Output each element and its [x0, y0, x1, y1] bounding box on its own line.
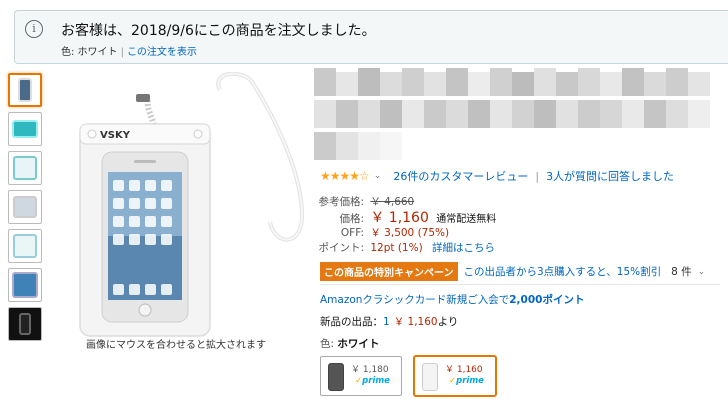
color-label: 色: [320, 338, 335, 350]
prime-badge-icon: ✓prime [355, 376, 390, 386]
swatch-thumbnail [422, 363, 438, 391]
thumbnail-4[interactable] [8, 190, 42, 224]
thumbnail-3[interactable] [8, 151, 42, 185]
discount-label: OFF: [340, 227, 364, 239]
view-order-link[interactable]: この注文を表示 [127, 47, 197, 58]
shipping-note: 通常配送無料 [436, 214, 497, 225]
points-details-link[interactable]: 詳細はこちら [432, 242, 495, 254]
campaign-badge: この商品の特別キャンペーン [320, 262, 458, 281]
separator: | [120, 47, 124, 58]
points-value: 12pt (1%) [370, 242, 423, 254]
separator: | [535, 169, 540, 183]
chevron-down-icon[interactable]: ⌄ [698, 267, 706, 277]
campaign-count[interactable]: 8 件 [671, 264, 692, 279]
thumbnail-1[interactable] [8, 73, 42, 107]
main-product-image[interactable]: VSKY [70, 71, 310, 342]
product-title-pixelated [314, 68, 714, 164]
card-offer-text: Amazonクラシックカード新規ご入会で [320, 294, 510, 306]
price-label: 価格: [339, 213, 364, 225]
thumbnail-image [13, 156, 37, 180]
image-zoom-hint: 画像にマウスを合わせると拡大されます [86, 340, 266, 351]
divider [320, 284, 720, 285]
swatch-price: ￥ 1,180 [351, 365, 389, 375]
discount-amount: ￥ 3,500 (75%) [370, 227, 450, 239]
new-offers-price: ￥ 1,160 [393, 316, 438, 328]
star-rating-icon[interactable]: ★★★★☆ [320, 169, 370, 183]
thumbnail-5[interactable] [8, 229, 42, 263]
thumbnail-image [12, 120, 38, 138]
swatch-thumbnail [328, 363, 344, 391]
new-offers-label: 新品の出品： [320, 316, 383, 328]
ordered-color-label: 色: ホワイト [61, 47, 118, 58]
order-notice-title: お客様は、2018/9/6にこの商品を注文しました。 [61, 23, 376, 39]
color-selector-label: 色: ホワイト [320, 336, 379, 351]
rating-row: ★★★★☆ ⌄ 26件のカスタマーレビュー | 3人が質問に回答しました [320, 168, 674, 184]
color-swatch-white[interactable]: ￥ 1,160 ✓prime [414, 356, 496, 396]
points-label: ポイント: [318, 242, 364, 254]
thumbnail-image [19, 313, 31, 335]
thumbnail-2[interactable] [8, 112, 42, 146]
thumbnail-image [18, 78, 32, 102]
svg-text:VSKY: VSKY [100, 130, 131, 141]
thumbnail-image [13, 234, 37, 258]
prime-badge-icon: ✓prime [449, 376, 484, 386]
thumbnail-image [12, 272, 38, 298]
credit-card-offer-link[interactable]: Amazonクラシックカード新規ご入会で2,000ポイント [320, 292, 584, 307]
color-swatch-black[interactable]: ￥ 1,180 ✓prime [320, 356, 402, 396]
thumbnail-image [13, 196, 37, 218]
waterproof-phone-case-image: VSKY [79, 71, 305, 337]
order-notice-banner: i お客様は、2018/9/6にこの商品を注文しました。 色: ホワイト | この注… [14, 10, 728, 64]
new-offers-count-link[interactable]: 1 [383, 316, 390, 328]
customer-reviews-link[interactable]: 26件のカスタマーレビュー [393, 168, 528, 184]
new-offers-row: 新品の出品：1 ￥ 1,160より [320, 314, 458, 329]
chevron-down-icon[interactable]: ⌄ [374, 171, 382, 181]
campaign-offer-link[interactable]: この出品者から3点購入すると、15%割引 [464, 264, 662, 279]
special-campaign-row: この商品の特別キャンペーン この出品者から3点購入すると、15%割引 8 件 ⌄ [320, 262, 705, 281]
thumbnail-7[interactable] [8, 307, 42, 341]
order-notice-details: 色: ホワイト | この注文を表示 [61, 43, 197, 58]
answered-questions-link[interactable]: 3人が質問に回答しました [546, 168, 674, 184]
current-price: ￥ 1,160 [370, 210, 429, 226]
image-thumbnail-list [8, 73, 42, 346]
new-offers-suffix: より [437, 316, 459, 328]
swatch-price: ￥ 1,160 [445, 365, 483, 375]
selected-color-name: ホワイト [337, 338, 380, 350]
card-offer-points: 2,000ポイント [509, 294, 585, 306]
info-icon: i [25, 20, 43, 38]
thumbnail-6[interactable] [8, 268, 42, 302]
pixelated-title-image [314, 68, 710, 160]
